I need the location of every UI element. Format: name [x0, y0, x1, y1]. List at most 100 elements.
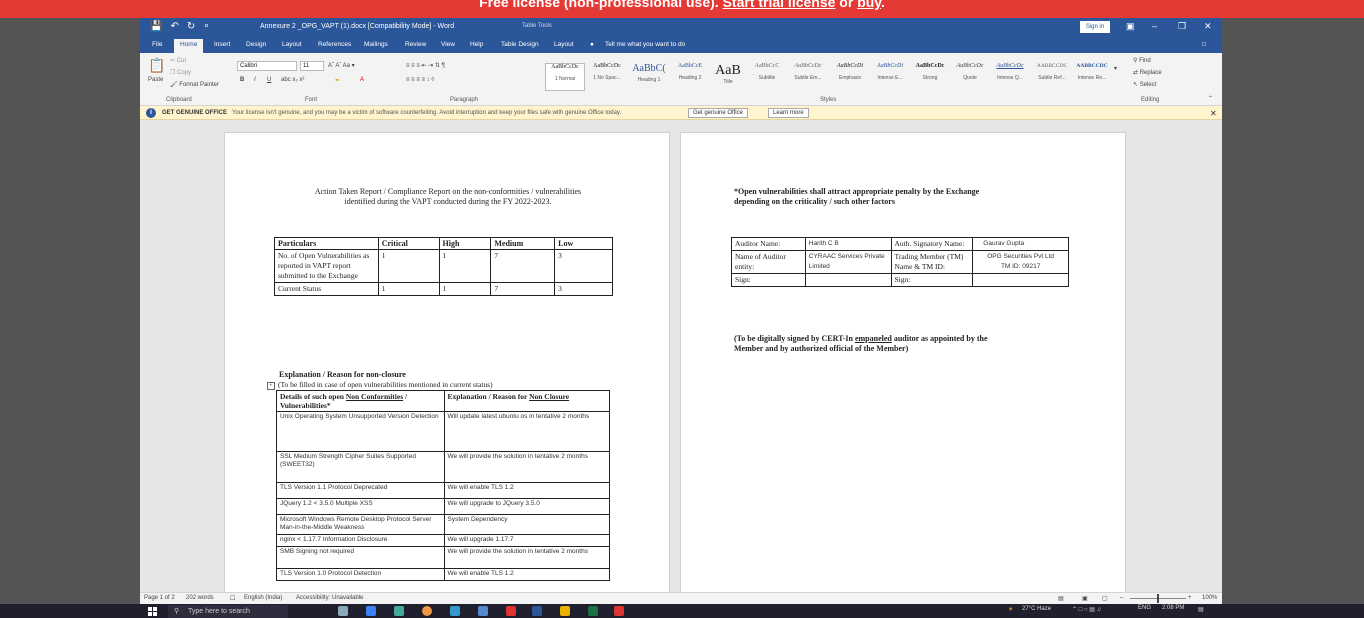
find-button[interactable]: ⚲ Find [1133, 57, 1151, 64]
cut-button[interactable]: ✂ Cut [170, 57, 186, 64]
tm-value[interactable]: OPG Securities Pvt Ltd TM ID: 09217 [972, 250, 1069, 274]
save-icon[interactable]: 💾 [150, 21, 162, 32]
paste-button[interactable]: Paste [148, 77, 163, 83]
comments-icon[interactable]: □ [1202, 41, 1206, 48]
proofing-icon[interactable]: ☐ [230, 595, 235, 602]
zoom-out-icon[interactable]: – [1120, 595, 1123, 601]
styles-more-icon[interactable]: ▾ [1114, 65, 1117, 72]
app-icon[interactable] [478, 606, 488, 616]
table-cell[interactable]: Will update latest ubuntu os in tentativ… [443, 411, 611, 452]
tab-design[interactable]: Design [246, 41, 266, 48]
tray-icons[interactable]: ⌃ □ ○ ▤ ♫ [1072, 606, 1101, 613]
strike-sub-super-icons[interactable]: abc x₂ x² [281, 77, 304, 83]
tab-help[interactable]: Help [470, 41, 483, 48]
clock[interactable]: 2:08 PM [1162, 605, 1184, 611]
replace-button[interactable]: ⇄ Replace [1133, 69, 1162, 76]
table-cell[interactable]: We will enable TLS 1.2 [443, 568, 611, 581]
tab-table-layout[interactable]: Layout [554, 41, 574, 48]
word-count[interactable]: 202 words [186, 595, 214, 601]
tab-review[interactable]: Review [405, 41, 426, 48]
style-subtitle[interactable]: AaBbCcC Subtitle [748, 63, 786, 91]
start-trial-link[interactable]: Start trial license [723, 0, 836, 10]
close-bar-icon[interactable]: ✕ [1210, 109, 1217, 118]
zoom-level[interactable]: 100% [1202, 595, 1217, 601]
chrome-icon[interactable] [422, 606, 432, 616]
table-cell[interactable]: 3 [554, 249, 613, 283]
zoom-in-icon[interactable]: + [1188, 595, 1192, 601]
style-subtle-emphasis[interactable]: AaBbCcDc Subtle Em... [788, 63, 828, 91]
style-normal[interactable]: AaBbCcDc 1 Normal [545, 63, 585, 91]
tab-mailings[interactable]: Mailings [364, 41, 388, 48]
table-cell[interactable]: Unix Operating System Unsupported Versio… [276, 411, 445, 452]
table-cell[interactable]: We will upgrade to JQuery 3.5.0 [443, 498, 611, 515]
sign-value[interactable] [972, 273, 1069, 287]
style-heading-2[interactable]: AaBbCcE Heading 2 [670, 63, 710, 91]
table-cell[interactable]: System Dependency [443, 514, 611, 535]
taskbar-search-box[interactable]: ⚲ Type here to search [168, 605, 288, 618]
tab-layout[interactable]: Layout [282, 41, 302, 48]
paste-icon[interactable]: 📋 [148, 57, 165, 74]
read-mode-icon[interactable]: ▤ [1058, 595, 1064, 602]
list-icons[interactable]: ≡ ≡ ≡ ⇤ ⇥ ⇅ ¶ [406, 62, 445, 69]
ribbon-display-icon[interactable]: ▣ [1126, 21, 1135, 32]
redo-icon[interactable]: ↻ [187, 21, 195, 32]
style-title[interactable]: AaB Title [710, 63, 746, 91]
font-name-field[interactable]: Calibri [237, 61, 297, 71]
input-language[interactable]: ENG [1138, 605, 1151, 611]
table-cell[interactable]: 1 [377, 282, 440, 296]
tab-insert[interactable]: Insert [214, 41, 230, 48]
mail-app-icon[interactable] [366, 606, 376, 616]
style-intense-reference[interactable]: AABBCCDC Intense Re... [1072, 63, 1112, 91]
format-painter-button[interactable]: 🖌 Format Painter [170, 81, 219, 88]
copy-button[interactable]: ❐ Copy [170, 69, 191, 76]
table-cell[interactable]: TLS Version 1.1 Protocol Deprecated [276, 482, 445, 499]
table-cell[interactable]: SMB Signing not required [276, 546, 445, 569]
tab-table-design[interactable]: Table Design [501, 41, 539, 48]
select-button[interactable]: ↖ Select [1133, 81, 1156, 88]
entity-value[interactable]: CYRAAC Services Private Limited [804, 250, 892, 274]
table-move-handle-icon[interactable]: + [267, 382, 275, 390]
app-icon[interactable] [506, 606, 516, 616]
tab-references[interactable]: References [318, 41, 351, 48]
bold-button[interactable]: B [240, 77, 244, 83]
app-icon[interactable] [450, 606, 460, 616]
table-cell[interactable]: 7 [490, 282, 556, 296]
sign-in-button[interactable]: Sign in [1080, 21, 1110, 33]
style-heading-1[interactable]: AaBbC(Heading 1 [629, 63, 669, 91]
highlight-icon[interactable]: ✒ [335, 77, 340, 84]
app-icon[interactable] [614, 606, 624, 616]
accessibility-status[interactable]: Accessibility: Unavailable [296, 595, 363, 601]
file-explorer-icon[interactable] [560, 606, 570, 616]
table-cell[interactable]: 3 [554, 282, 613, 296]
table-cell[interactable]: We will provide the solution in tentativ… [443, 546, 611, 569]
page-count[interactable]: Page 1 of 2 [144, 595, 175, 601]
style-subtle-reference[interactable]: AABBCCDC Subtle Ref... [1032, 63, 1072, 91]
italic-button[interactable]: I [254, 77, 256, 83]
tab-file[interactable]: File [152, 41, 162, 48]
task-view-icon[interactable] [338, 606, 348, 616]
app-icon[interactable] [394, 606, 404, 616]
tab-home[interactable]: Home [174, 39, 204, 53]
table-cell[interactable]: JQuery 1.2 < 3.5.0 Multiple XSS [276, 498, 445, 515]
table-cell[interactable]: 1 [438, 282, 492, 296]
auditor-name-value[interactable]: Harith C B [804, 237, 892, 251]
close-icon[interactable]: ✕ [1204, 21, 1212, 32]
table-cell[interactable]: 1 [377, 249, 440, 283]
table-cell[interactable]: 7 [490, 249, 556, 283]
notification-icon[interactable]: ▤ [1198, 606, 1204, 613]
style-no-spacing[interactable]: AaBbCcDc 1 No Spac... [587, 63, 627, 91]
signatory-value[interactable]: Gaurav Gupta [972, 237, 1069, 251]
sign-value[interactable] [804, 273, 892, 287]
table-cell[interactable]: Current Status [274, 282, 379, 296]
font-size-field[interactable]: 11 [300, 61, 324, 71]
table-cell[interactable]: No. of Open Vulnerabilities as reported … [274, 249, 379, 283]
table-cell[interactable]: We will provide the solution in tentativ… [443, 451, 611, 483]
restore-icon[interactable]: ❐ [1178, 21, 1186, 32]
tell-me-search[interactable]: Tell me what you want to do [605, 41, 685, 48]
table-cell[interactable]: We will upgrade 1.17.7 [443, 534, 611, 547]
style-intense-emphasis[interactable]: AaBbCcDi Intense E... [870, 63, 910, 91]
web-layout-icon[interactable]: ▢ [1102, 595, 1108, 602]
font-grow-shrink-icons[interactable]: Aˆ Aˇ Aa ▾ [328, 62, 355, 69]
undo-icon[interactable]: ↶ [170, 21, 178, 32]
table-cell[interactable]: 1 [438, 249, 492, 283]
